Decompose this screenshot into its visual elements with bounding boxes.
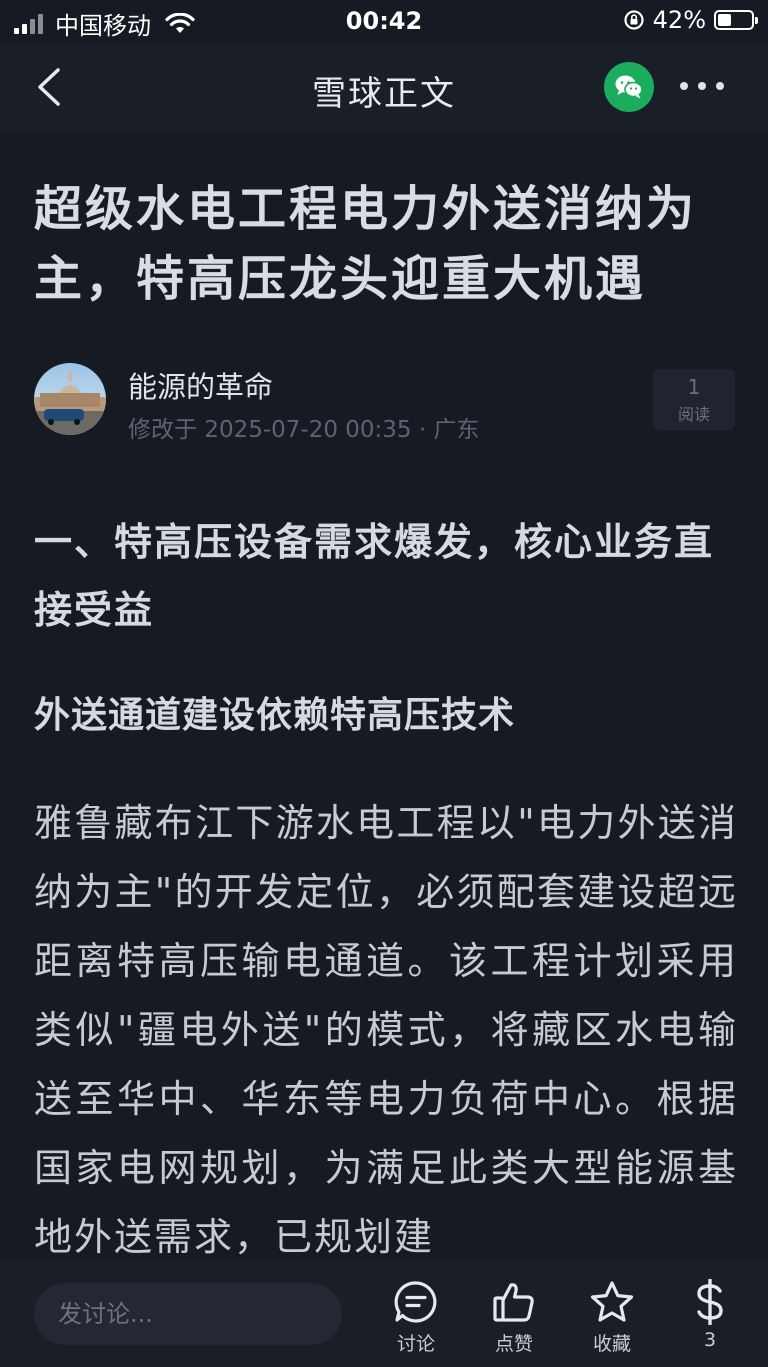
rotation-lock-icon (624, 10, 644, 30)
discuss-button[interactable]: 讨论 (376, 1279, 456, 1356)
author-name[interactable]: 能源的革命 (128, 364, 273, 406)
reward-count: 3 (703, 1329, 717, 1351)
bottom-action-bar: 讨论 点赞 收藏 3 (0, 1261, 768, 1367)
thumbs-up-icon (493, 1283, 534, 1322)
read-count: 1 (687, 375, 701, 399)
reward-button[interactable]: 3 (670, 1279, 750, 1351)
more-dot-icon (680, 82, 688, 90)
author-row: 能源的革命 修改于 2025-07-20 00:35 · 广东 1 阅读 (34, 362, 735, 443)
favorite-button[interactable]: 收藏 (572, 1279, 652, 1356)
comment-icon (394, 1281, 437, 1323)
dollar-icon (697, 1279, 723, 1325)
more-options-button[interactable] (680, 74, 724, 98)
read-count-badge: 1 阅读 (653, 369, 735, 430)
avatar-image (34, 363, 106, 435)
comment-input[interactable] (34, 1283, 342, 1345)
like-label: 点赞 (494, 1333, 533, 1355)
section-heading: 一、特高压设备需求爆发，核心业务直接受益 (34, 520, 715, 632)
battery-icon (714, 10, 758, 30)
read-label: 阅读 (677, 405, 710, 424)
status-bar: 中国移动 00:42 42% (0, 0, 768, 44)
article-body: 雅鲁藏布江下游水电工程以"电力外送消纳为主"的开发定位，必须配套建设超远距离特高… (34, 801, 738, 1259)
post-meta: 修改于 2025-07-20 00:35 · 广东 (128, 417, 480, 443)
sub-heading: 外送通道建设依赖特高压技术 (34, 695, 516, 736)
like-button[interactable]: 点赞 (474, 1279, 554, 1356)
author-avatar[interactable] (34, 363, 106, 435)
nav-bar: 雪球正文 (0, 44, 768, 130)
wechat-icon (615, 75, 643, 99)
more-dot-icon (698, 82, 706, 90)
star-icon (590, 1281, 634, 1322)
battery-percent: 42% (652, 6, 706, 34)
article-title: 超级水电工程电力外送消纳为主，特高压龙头迎重大机遇 (34, 181, 698, 307)
more-dot-icon (716, 82, 724, 90)
favorite-label: 收藏 (592, 1333, 631, 1355)
wechat-share-button[interactable] (604, 62, 654, 112)
discuss-label: 讨论 (396, 1333, 435, 1355)
